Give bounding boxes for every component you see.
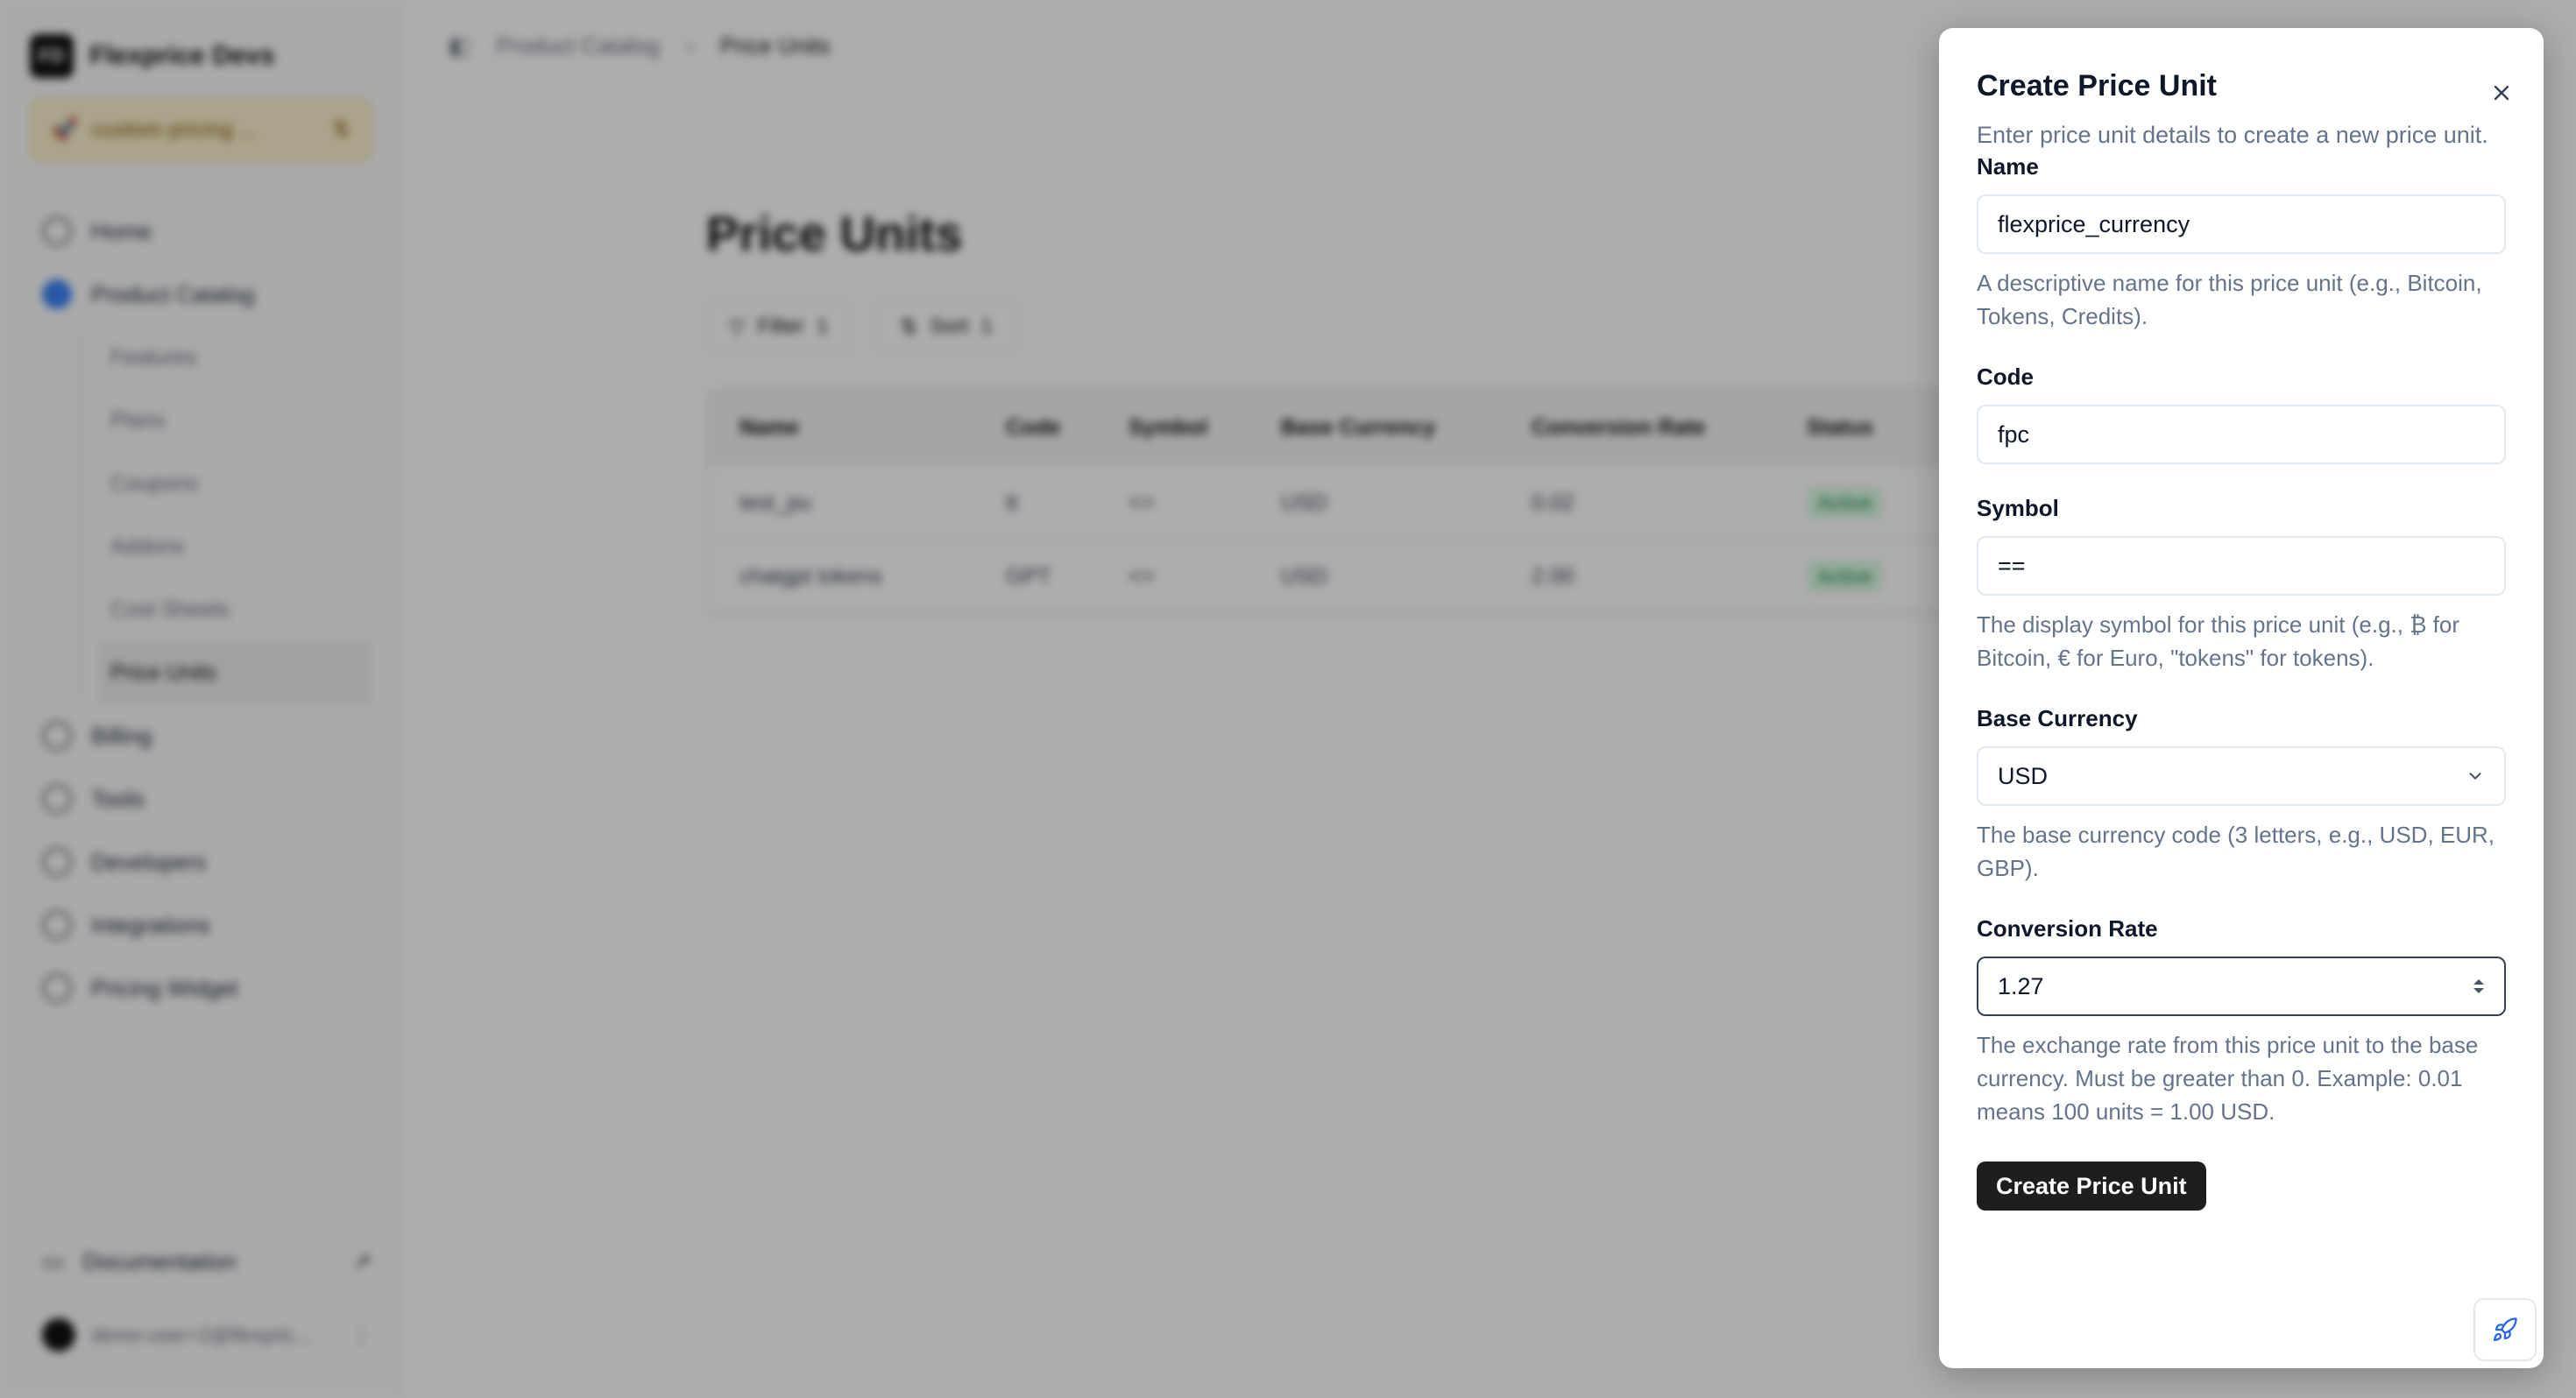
- close-icon: [2494, 85, 2509, 101]
- number-stepper[interactable]: [2473, 978, 2485, 995]
- stepper-up-icon[interactable]: [2473, 978, 2485, 985]
- name-group: Name flexprice_currency A descriptive na…: [1977, 151, 2506, 333]
- stepper-down-icon[interactable]: [2473, 987, 2485, 995]
- symbol-input[interactable]: ==: [1977, 536, 2506, 596]
- conversion-rate-group: Conversion Rate 1.27 The exchange rate f…: [1977, 913, 2506, 1128]
- conversion-rate-hint: The exchange rate from this price unit t…: [1977, 1032, 2479, 1125]
- base-currency-select[interactable]: USD: [1977, 746, 2506, 806]
- base-currency-group: Base Currency USD The base currency code…: [1977, 703, 2506, 885]
- code-label: Code: [1977, 364, 2034, 390]
- base-currency-hint: The base currency code (3 letters, e.g.,…: [1977, 822, 2495, 881]
- name-hint: A descriptive name for this price unit (…: [1977, 270, 2482, 329]
- symbol-value: ==: [1998, 552, 2026, 579]
- conversion-rate-label: Conversion Rate: [1977, 915, 2158, 942]
- chevron-down-icon: [2469, 773, 2481, 780]
- conversion-rate-value: 1.27: [1998, 972, 2044, 999]
- name-label: Name: [1977, 153, 2039, 180]
- dialog-description: Enter price unit details to create a new…: [1977, 122, 2488, 148]
- conversion-rate-input[interactable]: 1.27: [1977, 957, 2506, 1016]
- symbol-group: Symbol == The display symbol for this pr…: [1977, 492, 2506, 674]
- name-value: flexprice_currency: [1998, 210, 2190, 237]
- code-input[interactable]: fpc: [1977, 405, 2506, 464]
- symbol-label: Symbol: [1977, 495, 2059, 521]
- code-value: fpc: [1998, 420, 2030, 448]
- name-input[interactable]: flexprice_currency: [1977, 194, 2506, 254]
- base-currency-label: Base Currency: [1977, 705, 2138, 731]
- create-price-unit-dialog: Create Price Unit Enter price unit detai…: [1939, 28, 2544, 1368]
- launch-helper-button[interactable]: [2473, 1298, 2537, 1361]
- create-price-unit-button[interactable]: Create Price Unit: [1977, 1161, 2206, 1211]
- close-button[interactable]: [2486, 77, 2517, 109]
- code-group: Code fpc: [1977, 361, 2506, 464]
- rocket-icon: [2494, 1317, 2517, 1341]
- base-currency-value: USD: [1998, 762, 2049, 789]
- symbol-hint: The display symbol for this price unit (…: [1977, 611, 2460, 671]
- dialog-title: Create Price Unit: [1977, 69, 2217, 102]
